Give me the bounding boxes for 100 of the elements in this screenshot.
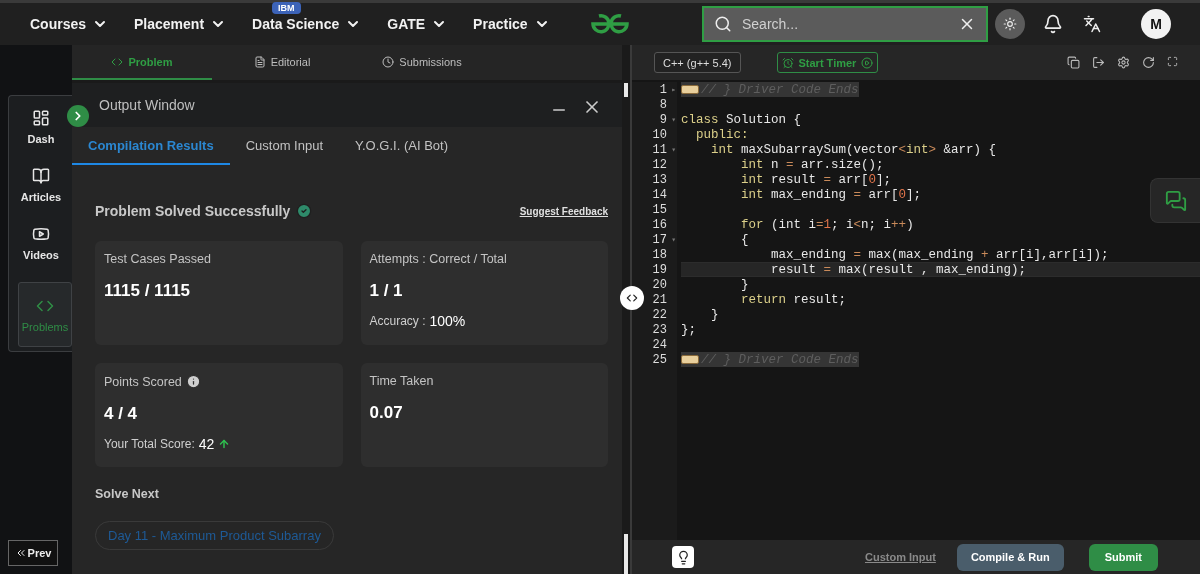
code-line: result = max(result , max_ending); [770, 262, 1027, 277]
card-value: 1115 / 1115 [104, 281, 192, 301]
chat-button[interactable] [1150, 178, 1200, 223]
clock-icon [382, 55, 395, 68]
chat-icon [1164, 189, 1187, 212]
nav-menu[interactable]: Placement [134, 16, 227, 32]
fold-toggle[interactable]: ▾ [671, 115, 676, 124]
code-line: max_ending = max(max_ending + arr[i],arr[i]); [770, 247, 1109, 262]
code-line: } [710, 307, 719, 322]
expand-icon[interactable] [1167, 56, 1178, 67]
hint-button[interactable] [672, 546, 694, 568]
card-value: 0.07 [369, 403, 404, 423]
code-line: int result = arr[0]; [740, 172, 892, 187]
video-icon [32, 225, 50, 243]
card-label: Points Scored [104, 374, 182, 389]
timer-button[interactable]: Start Timer [776, 52, 879, 73]
settings-icon[interactable] [1117, 56, 1130, 69]
avatar[interactable]: M [1141, 9, 1171, 39]
fold-toggle[interactable]: ▾ [671, 145, 676, 154]
exit-icon[interactable] [1092, 56, 1105, 69]
folded-code-icon[interactable] [681, 85, 699, 94]
fold-toggle[interactable]: ▾ [671, 235, 676, 244]
card-label: Time Taken [369, 374, 434, 388]
custom-input-link[interactable]: Custom Input [865, 551, 936, 563]
check-icon [296, 203, 313, 219]
code-line: { [740, 232, 749, 247]
status-message: Problem Solved Successfully [95, 203, 291, 219]
line-number: 15 [652, 202, 667, 217]
refresh-icon[interactable] [1142, 56, 1155, 69]
play-icon [861, 56, 874, 69]
output-tab[interactable]: Y.O.G.I. (AI Bot) [339, 127, 464, 165]
line-number: 10 [652, 127, 667, 142]
line-number: 8 [659, 97, 667, 112]
note-label: Accuracy : [369, 314, 426, 328]
line-number: 22 [652, 307, 667, 322]
feedback-link[interactable]: Suggest Feedback [519, 205, 608, 217]
line-number: 11 [652, 142, 667, 157]
card-label: Attempts : Correct / Total [369, 252, 507, 266]
fold-toggle[interactable]: ▸ [671, 85, 676, 94]
sidebar-item[interactable]: Dash [18, 108, 64, 146]
line-number: 20 [652, 277, 667, 292]
line-number: 9 [659, 112, 667, 127]
sun-icon [1003, 17, 1017, 31]
search-field[interactable]: Search... [702, 6, 988, 42]
sidebar-item[interactable]: Problems [18, 282, 72, 347]
code-editor[interactable] [632, 80, 1200, 540]
line-number: 16 [652, 217, 667, 232]
nav-menu[interactable]: Data Science [252, 16, 362, 32]
sidebar-item[interactable]: Videos [18, 224, 64, 262]
section-heading: Solve Next [95, 487, 160, 501]
line-number: 25 [652, 352, 667, 367]
code-line: }; [681, 322, 696, 337]
code-line: int max_ending = arr[0]; [740, 187, 922, 202]
card-label: Test Cases Passed [104, 252, 211, 266]
line-number: 12 [652, 157, 667, 172]
folded-code-icon[interactable] [681, 355, 699, 364]
info-icon[interactable] [185, 374, 201, 389]
line-number: 17 [652, 232, 667, 247]
line-number: 24 [652, 337, 667, 352]
sidebar-item[interactable]: Articles [18, 166, 64, 204]
language-dropdown[interactable]: C++ (g++ 5.4) [654, 52, 741, 73]
logo[interactable] [590, 12, 630, 36]
theme-button[interactable] [995, 9, 1025, 39]
search-input[interactable]: Search... [740, 15, 950, 33]
nav-menu[interactable]: Courses [30, 16, 109, 32]
dashboard-icon [32, 109, 50, 127]
line-number: 19 [652, 262, 667, 277]
translate-button[interactable] [1083, 15, 1101, 33]
line-number: 13 [652, 172, 667, 187]
code-line: int n = arr.size(); [740, 157, 884, 172]
output-tab[interactable]: Compilation Results [72, 127, 230, 165]
output-tab[interactable]: Custom Input [229, 127, 339, 165]
menu-badge: IBM [272, 2, 301, 14]
code-line: public: [695, 127, 749, 142]
code-line: return result; [740, 292, 847, 307]
prev-button[interactable]: Prev [8, 540, 58, 566]
line-number: 14 [652, 187, 667, 202]
code-line: int maxSubarraySum(vector<int> &arr) { [710, 142, 997, 157]
compile-run-button[interactable]: Compile & Run [956, 543, 1064, 571]
card-value: 4 / 4 [104, 404, 139, 424]
line-number: 23 [652, 322, 667, 337]
problem-tab[interactable]: Problem [72, 45, 212, 80]
line-number: 21 [652, 292, 667, 307]
resize-arrows-icon [625, 291, 639, 305]
note-value: 100% [429, 313, 466, 329]
note-value: 42 [198, 436, 215, 452]
card-value: 1 / 1 [369, 281, 404, 301]
nav-menu[interactable]: Practice [473, 16, 550, 32]
code-line: class Solution { [681, 112, 802, 127]
book-icon [32, 167, 50, 185]
window-title: Output Window [99, 97, 196, 113]
copy-icon[interactable] [1067, 56, 1080, 69]
problem-tab[interactable]: Submissions [352, 45, 492, 80]
problem-tab[interactable]: Editorial [212, 45, 352, 80]
search-icon [714, 15, 732, 33]
submit-button[interactable]: Submit [1088, 543, 1158, 571]
code-line: for (int i=1; i<n; i++) [740, 217, 914, 232]
alarm-clock-icon [781, 56, 794, 69]
nav-menu[interactable]: GATE [387, 16, 448, 32]
notifications-button[interactable] [1043, 14, 1063, 34]
